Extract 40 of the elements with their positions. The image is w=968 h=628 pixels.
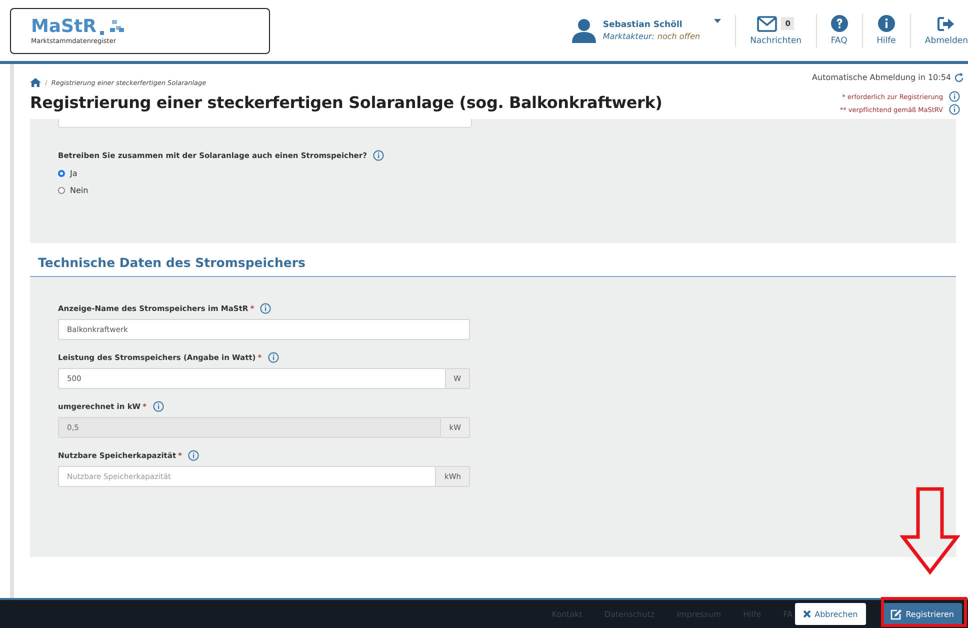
info-icon — [188, 450, 199, 461]
role-label: Marktakteur: — [602, 32, 654, 41]
help-icon — [830, 15, 848, 32]
logo-squares-icon — [98, 18, 124, 36]
nav-label: Abmelden — [924, 36, 968, 46]
home-icon — [30, 78, 41, 87]
refresh-icon — [954, 72, 964, 82]
logout-icon — [937, 16, 956, 32]
role-value: noch offen — [657, 32, 700, 41]
user-name: Sebastian Schöll — [602, 20, 684, 30]
user-menu[interactable]: Sebastian Schöll Marktakteur: noch offen — [570, 14, 736, 46]
info-icon — [260, 303, 272, 314]
page-title: Registrierung einer steckerfertigen Solaranlage (sog. Balkonkraftwerk) — [30, 93, 662, 112]
nav-label: FAQ — [830, 36, 848, 46]
info-circle-icon — [878, 15, 895, 32]
info-icon — [372, 150, 384, 161]
nav-label: Hilfe — [876, 36, 896, 46]
envelope-icon — [757, 16, 778, 32]
info-icon — [949, 104, 960, 115]
input-field[interactable] — [58, 119, 472, 128]
radio-label: Nein — [70, 186, 88, 195]
info-icon — [949, 91, 960, 102]
info-icon — [268, 352, 279, 363]
register-button[interactable]: Registrieren — [882, 603, 962, 625]
info-icon — [152, 401, 164, 412]
nav-label: Nachrichten — [750, 36, 802, 46]
close-icon — [802, 610, 811, 618]
nav-item[interactable]: FAQ — [816, 14, 863, 48]
edit-icon — [890, 608, 902, 620]
nav-item[interactable]: Abmelden — [910, 14, 968, 48]
radio-label: Ja — [70, 169, 78, 178]
radio-button[interactable] — [58, 187, 65, 194]
logo-title: MaStR — [31, 16, 96, 36]
user-icon — [570, 18, 597, 44]
cancel-button[interactable]: Abbrechen — [794, 603, 866, 625]
caret-icon — [714, 18, 722, 22]
section-title: Technische Daten des Stromspeichers — [38, 255, 306, 270]
nav-item[interactable]: Hilfe — [862, 14, 911, 48]
session-timer: Automatische Abmeldung in 10:54 — [812, 73, 951, 82]
radio-button[interactable] — [58, 170, 65, 177]
